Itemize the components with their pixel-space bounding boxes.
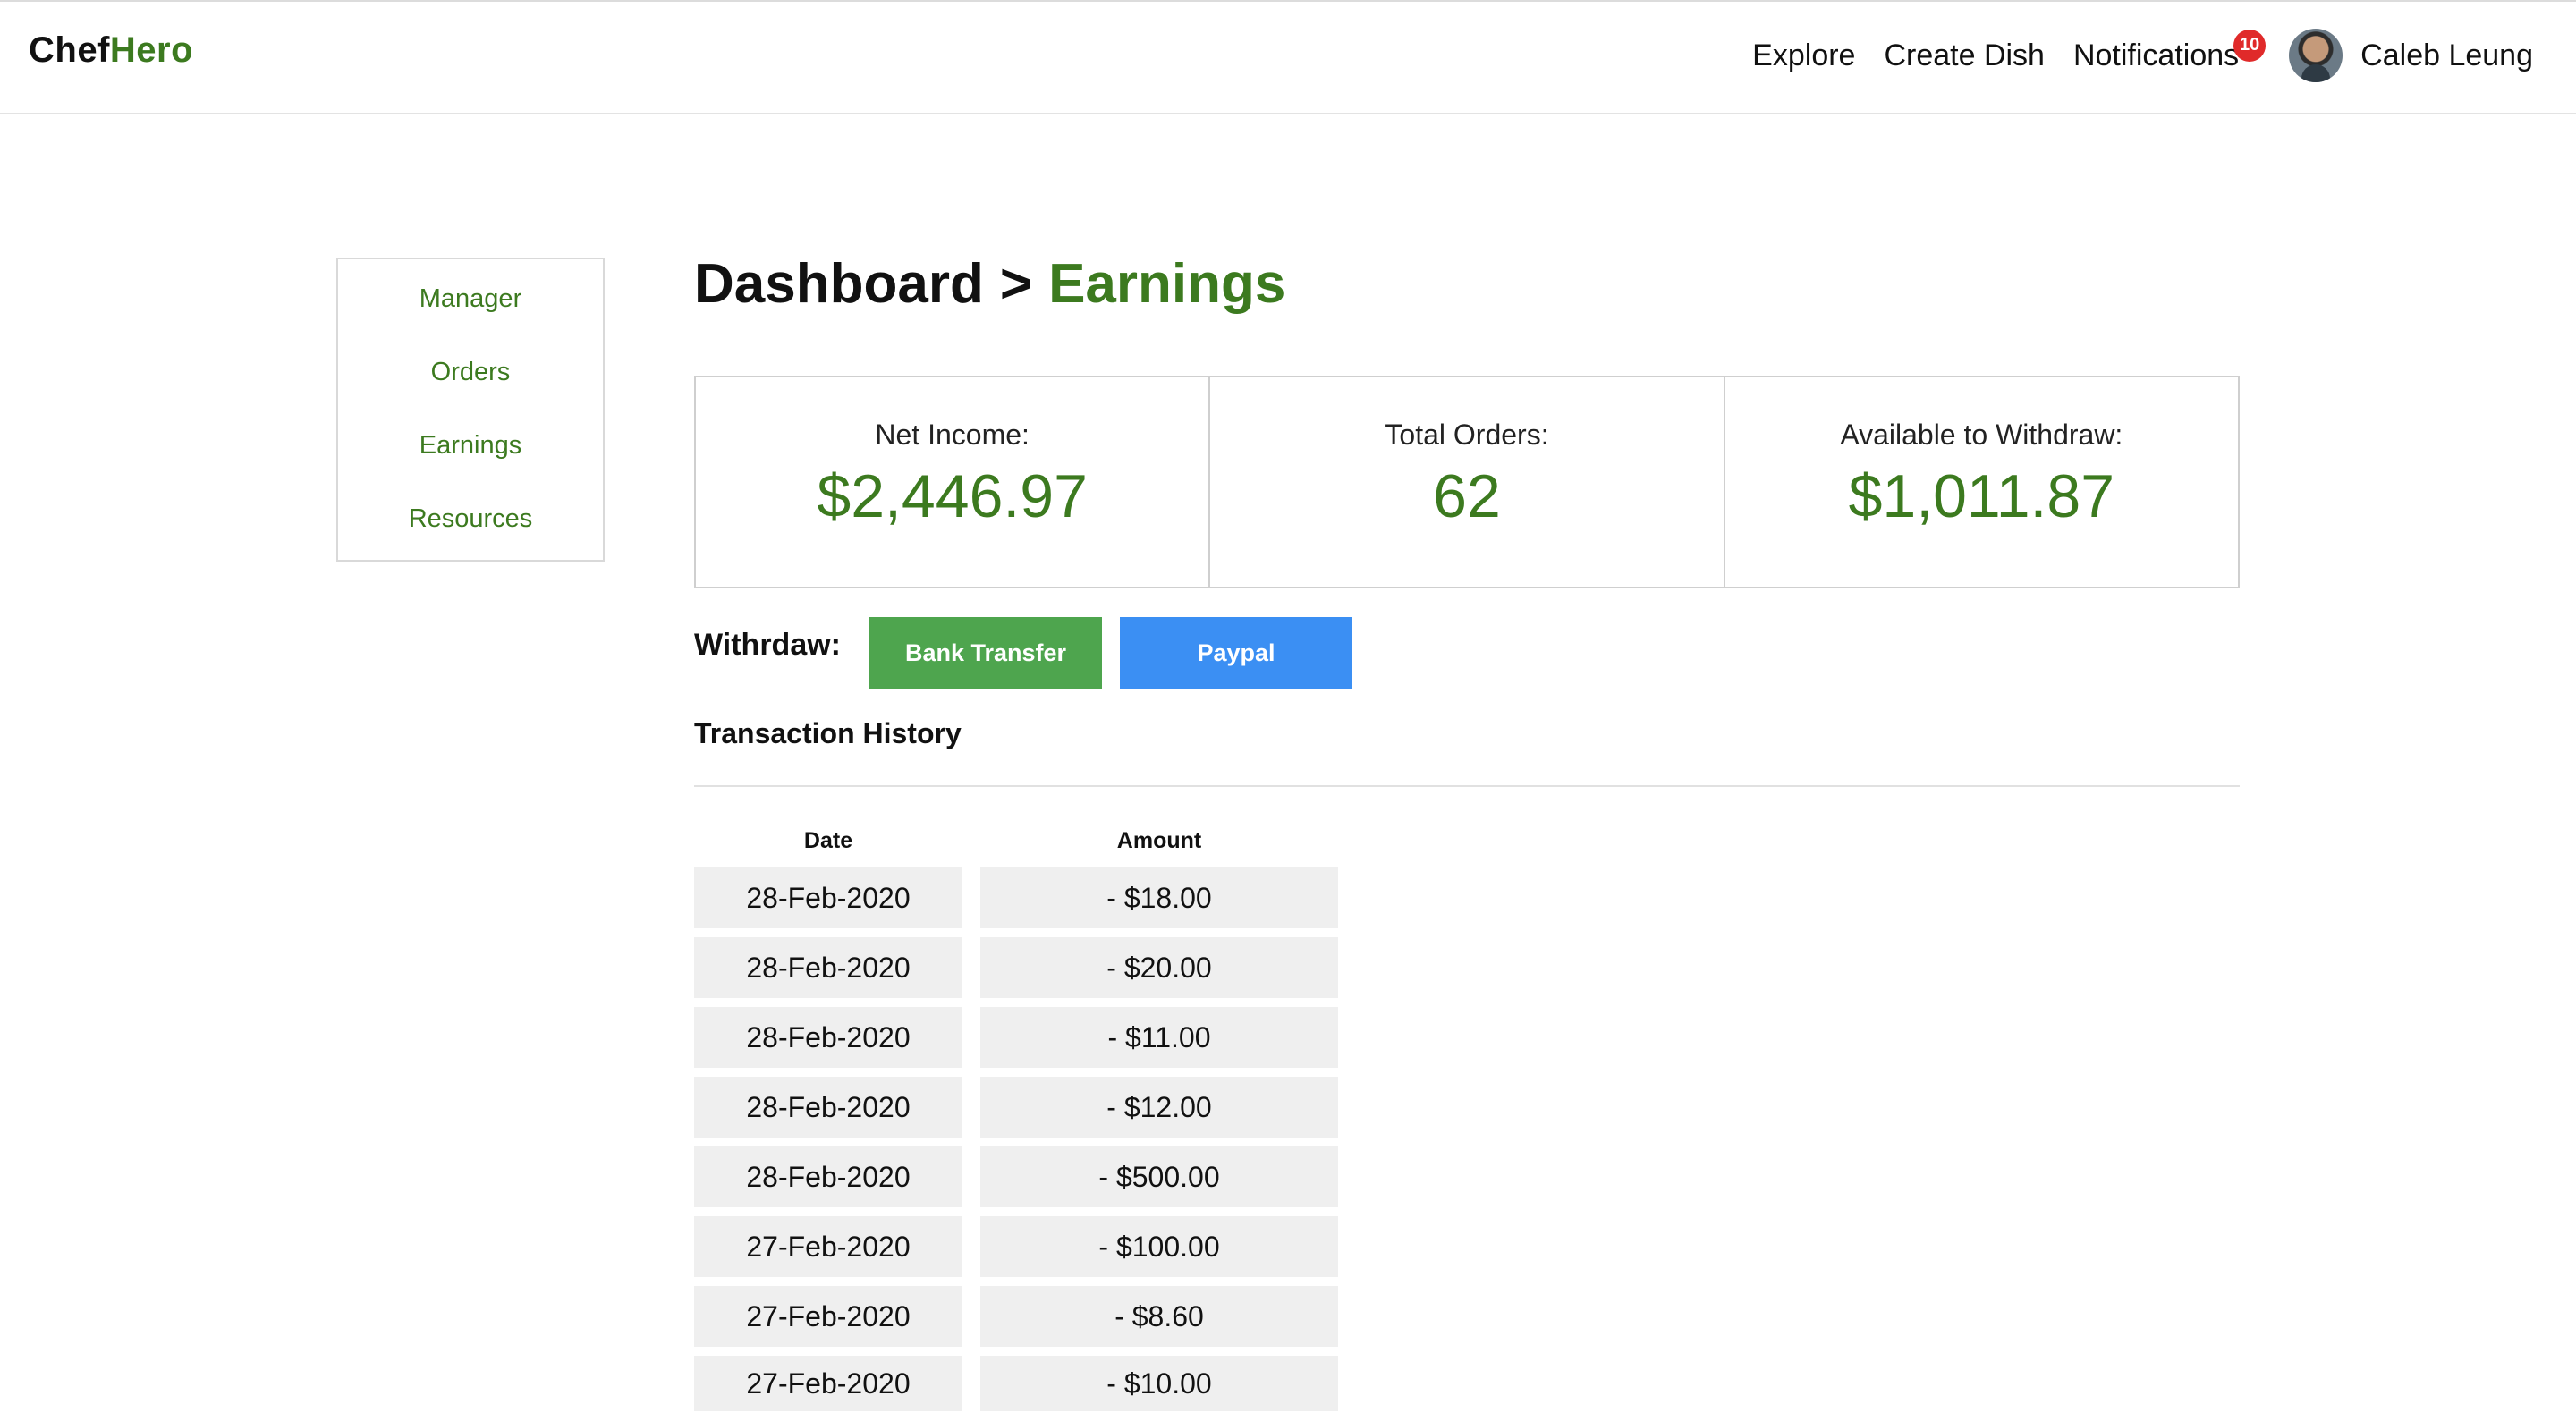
breadcrumb-separator: >	[999, 253, 1033, 315]
table-cell-date: 28-Feb-2020	[694, 1146, 962, 1207]
table-cell-amount: - $18.00	[980, 867, 1338, 928]
stat-value: 62	[1433, 462, 1501, 530]
stat-label: Net Income:	[875, 419, 1030, 451]
sidebar-item-orders[interactable]: Orders	[338, 358, 603, 387]
bank-transfer-button[interactable]: Bank Transfer	[869, 617, 1102, 689]
table-cell-date: 27-Feb-2020	[694, 1286, 962, 1347]
table-cell-amount: - $20.00	[980, 937, 1338, 998]
table-cell-date: 28-Feb-2020	[694, 1077, 962, 1138]
sidebar-item-manager[interactable]: Manager	[338, 284, 603, 314]
table-cell-amount: - $12.00	[980, 1077, 1338, 1138]
table-cell-amount: - $100.00	[980, 1216, 1338, 1277]
nav-links: Explore Create Dish Notifications 10 Cal…	[1724, 27, 2533, 84]
stat-label: Available to Withdraw:	[1840, 419, 2123, 451]
table-cell-date: 28-Feb-2020	[694, 867, 962, 928]
notification-count-badge: 10	[2233, 29, 2267, 62]
nav-notifications-link[interactable]: Notifications	[2073, 38, 2239, 72]
stat-available-to-withdraw: Available to Withdraw: $1,011.87	[1723, 377, 2238, 587]
brand-logo-part1: Chef	[29, 30, 110, 70]
section-divider	[694, 785, 2240, 787]
transaction-history-title: Transaction History	[694, 717, 962, 749]
table-cell-date: 28-Feb-2020	[694, 1007, 962, 1068]
nav-notifications[interactable]: Notifications 10	[2073, 29, 2267, 73]
paypal-button[interactable]: Paypal	[1120, 617, 1352, 689]
stat-net-income: Net Income: $2,446.97	[696, 377, 1208, 587]
table-cell-date: 27-Feb-2020	[694, 1216, 962, 1277]
table-cell-amount: - $10.00	[980, 1356, 1338, 1411]
nav-create-dish-link[interactable]: Create Dish	[1884, 38, 2045, 73]
brand-logo-part2: Hero	[109, 30, 194, 70]
top-navbar: ChefHero Explore Create Dish Notificatio…	[0, 0, 2576, 114]
withdraw-label: Withrdaw:	[694, 628, 842, 662]
stat-label: Total Orders:	[1385, 419, 1549, 451]
column-header-date: Date	[803, 828, 853, 853]
sidebar-item-resources[interactable]: Resources	[338, 504, 603, 534]
table-cell-date: 27-Feb-2020	[694, 1356, 962, 1411]
page-title-breadcrumb: Dashboard > Earnings	[694, 252, 1285, 316]
table-cell-date: 28-Feb-2020	[694, 937, 962, 998]
breadcrumb-parent[interactable]: Dashboard	[694, 253, 984, 315]
nav-explore-link[interactable]: Explore	[1752, 38, 1855, 73]
column-header-amount: Amount	[1116, 828, 1202, 853]
table-cell-amount: - $11.00	[980, 1007, 1338, 1068]
table-cell-amount: - $500.00	[980, 1146, 1338, 1207]
stat-value: $1,011.87	[1848, 462, 2115, 530]
stat-value: $2,446.97	[817, 462, 1088, 530]
sidebar-item-earnings[interactable]: Earnings	[338, 431, 603, 461]
user-name-link[interactable]: Caleb Leung	[2360, 38, 2533, 73]
user-avatar[interactable]	[2289, 29, 2343, 82]
breadcrumb-current: Earnings	[1048, 253, 1286, 315]
stat-total-orders: Total Orders: 62	[1208, 377, 1723, 587]
table-cell-amount: - $8.60	[980, 1286, 1338, 1347]
brand-logo[interactable]: ChefHero	[29, 30, 193, 71]
dashboard-sidebar: Manager Orders Earnings Resources	[336, 258, 605, 562]
earnings-summary: Net Income: $2,446.97 Total Orders: 62 A…	[694, 376, 2240, 588]
